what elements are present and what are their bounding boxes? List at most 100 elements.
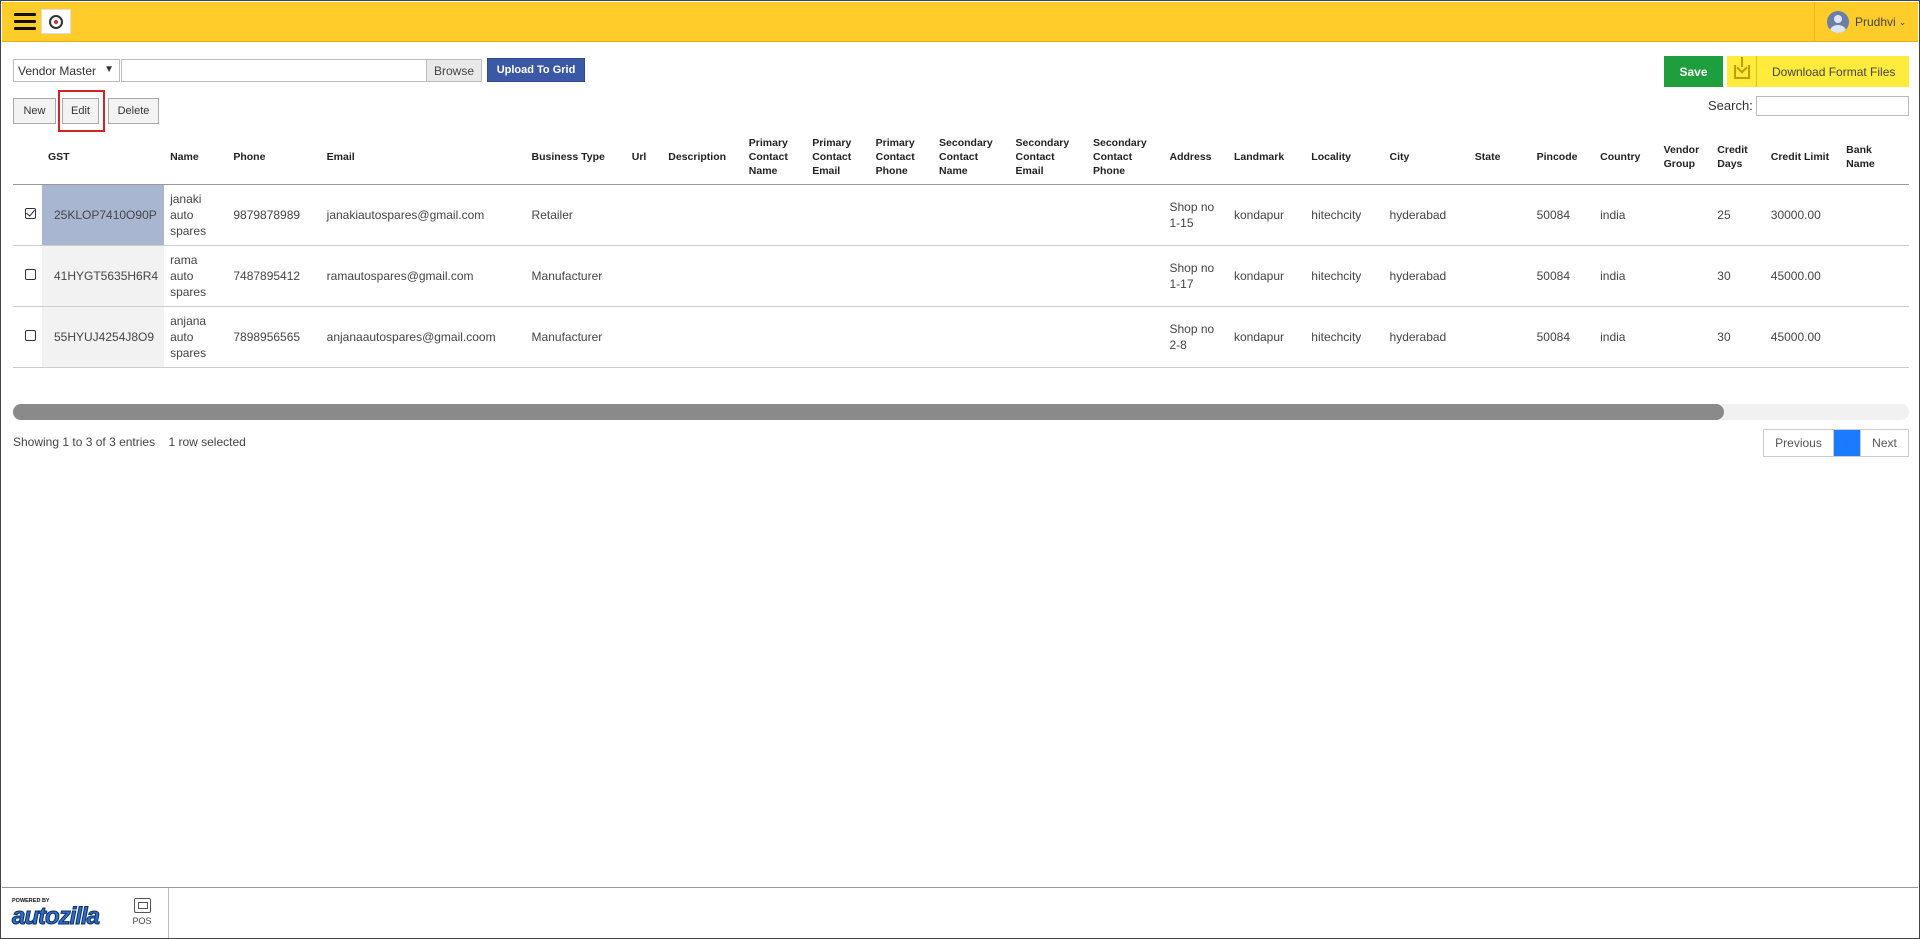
table-cell[interactable] <box>742 184 807 246</box>
table-cell[interactable]: Retailer <box>525 184 626 246</box>
table-cell[interactable]: Shop no 2-8 <box>1163 306 1228 368</box>
table-cell[interactable]: janaki auto spares <box>164 184 228 246</box>
table-cell[interactable] <box>1657 245 1712 307</box>
table-cell[interactable] <box>625 306 663 368</box>
table-cell[interactable]: kondapur <box>1227 306 1306 368</box>
table-cell[interactable] <box>1009 245 1087 307</box>
table-cell[interactable]: 50084 <box>1530 306 1595 368</box>
table-cell[interactable]: 7487895412 <box>227 245 321 307</box>
previous-page-button[interactable]: Previous <box>1764 430 1834 456</box>
column-header[interactable]: Credit Days <box>1711 131 1765 185</box>
horizontal-scrollbar[interactable] <box>13 404 1909 420</box>
table-cell[interactable] <box>742 306 807 368</box>
table-cell[interactable] <box>1657 306 1712 368</box>
search-input[interactable] <box>1756 96 1909 116</box>
table-cell[interactable]: kondapur <box>1227 184 1306 246</box>
column-header[interactable]: Email <box>320 131 526 185</box>
column-header[interactable]: Country <box>1594 131 1658 185</box>
table-cell[interactable]: 30 <box>1711 306 1765 368</box>
table-cell[interactable]: 9879878989 <box>227 184 321 246</box>
table-cell[interactable] <box>869 245 934 307</box>
pos-nav-item[interactable]: POS <box>127 898 157 926</box>
table-cell[interactable] <box>806 306 870 368</box>
table-cell[interactable]: 50084 <box>1530 245 1595 307</box>
table-cell[interactable] <box>1840 184 1909 246</box>
table-cell[interactable] <box>933 245 1010 307</box>
next-page-button[interactable]: Next <box>1860 430 1908 456</box>
column-header[interactable]: Business Type <box>525 131 626 185</box>
table-cell[interactable]: Shop no 1-17 <box>1163 245 1228 307</box>
checkbox-icon[interactable] <box>25 268 36 280</box>
scrollbar-thumb[interactable] <box>13 404 1724 420</box>
table-cell[interactable]: anjana auto spares <box>164 306 228 368</box>
table-cell[interactable] <box>742 245 807 307</box>
table-cell[interactable] <box>806 245 870 307</box>
column-header[interactable]: Description <box>662 131 743 185</box>
table-cell[interactable]: hyderabad <box>1383 245 1469 307</box>
table-cell[interactable]: ramautospares@gmail.com <box>320 245 526 307</box>
checkbox-icon[interactable] <box>25 329 36 341</box>
row-select-cell[interactable] <box>13 245 42 307</box>
row-select-cell[interactable] <box>13 184 42 246</box>
table-cell[interactable] <box>933 184 1010 246</box>
column-header[interactable]: Primary Contact Phone <box>869 131 934 185</box>
table-cell[interactable]: hitechcity <box>1305 306 1384 368</box>
file-path-input[interactable] <box>121 59 427 82</box>
upload-to-grid-button[interactable]: Upload To Grid <box>487 58 585 82</box>
new-button[interactable]: New <box>13 98 56 124</box>
column-header[interactable]: Bank Name <box>1840 131 1909 185</box>
table-cell[interactable] <box>1840 306 1909 368</box>
browse-button[interactable]: Browse <box>426 59 482 82</box>
column-header[interactable]: Locality <box>1305 131 1384 185</box>
table-cell[interactable] <box>1009 184 1087 246</box>
table-cell[interactable] <box>869 184 934 246</box>
table-row[interactable]: 25KLOP7410O90P janaki auto spares 98798789… <box>13 184 1909 246</box>
table-cell[interactable]: kondapur <box>1227 245 1306 307</box>
column-header[interactable]: Url <box>625 131 663 185</box>
column-header[interactable]: Phone <box>227 131 321 185</box>
table-cell[interactable]: Manufacturer <box>525 306 626 368</box>
table-cell[interactable]: hyderabad <box>1383 306 1469 368</box>
table-cell[interactable] <box>933 306 1010 368</box>
table-cell[interactable] <box>1468 184 1531 246</box>
table-cell[interactable]: rama auto spares <box>164 245 228 307</box>
table-cell[interactable] <box>662 184 743 246</box>
column-header[interactable]: Address <box>1163 131 1228 185</box>
hamburger-menu-icon[interactable] <box>14 13 36 31</box>
column-header[interactable]: GST <box>42 131 165 185</box>
table-cell[interactable]: india <box>1594 184 1658 246</box>
user-menu[interactable]: Prudhvi ⌄ <box>1814 2 1918 42</box>
table-cell[interactable]: 25 <box>1711 184 1765 246</box>
table-cell[interactable]: 45000.00 <box>1764 306 1841 368</box>
column-header[interactable]: Primary Contact Email <box>806 131 870 185</box>
table-cell[interactable]: 55HYUJ4254J8O9 <box>42 306 165 368</box>
table-cell[interactable] <box>1086 306 1164 368</box>
column-header[interactable]: Primary Contact Name <box>742 131 807 185</box>
page-1-button[interactable]: 1 <box>1834 430 1860 456</box>
table-cell[interactable]: hitechcity <box>1305 245 1384 307</box>
save-button[interactable]: Save <box>1664 56 1723 87</box>
table-cell[interactable] <box>806 184 870 246</box>
column-header[interactable]: Vendor Group <box>1657 131 1712 185</box>
column-header[interactable]: Pincode <box>1530 131 1595 185</box>
table-cell[interactable]: 25KLOP7410O90P <box>42 184 165 246</box>
column-header[interactable]: Secondary Contact Name <box>933 131 1010 185</box>
download-format-files-button[interactable]: Download Format Files <box>1727 56 1909 87</box>
app-logo[interactable] <box>41 9 71 34</box>
row-select-cell[interactable] <box>13 306 42 368</box>
table-cell[interactable] <box>1009 306 1087 368</box>
checkbox-icon[interactable] <box>25 207 36 219</box>
table-cell[interactable]: india <box>1594 306 1658 368</box>
table-cell[interactable] <box>625 184 663 246</box>
table-cell[interactable]: Manufacturer <box>525 245 626 307</box>
master-type-select[interactable]: Vendor Master ▼ <box>13 59 120 82</box>
table-cell[interactable] <box>662 306 743 368</box>
column-header[interactable]: Credit Limit <box>1764 131 1841 185</box>
table-cell[interactable]: 50084 <box>1530 184 1595 246</box>
column-header[interactable]: Secondary Contact Phone <box>1086 131 1164 185</box>
table-row[interactable]: 55HYUJ4254J8O9 anjana auto spares 78989565… <box>13 306 1909 368</box>
table-cell[interactable]: 30 <box>1711 245 1765 307</box>
table-cell[interactable] <box>1086 245 1164 307</box>
column-header[interactable]: Name <box>164 131 228 185</box>
table-cell[interactable] <box>1840 245 1909 307</box>
